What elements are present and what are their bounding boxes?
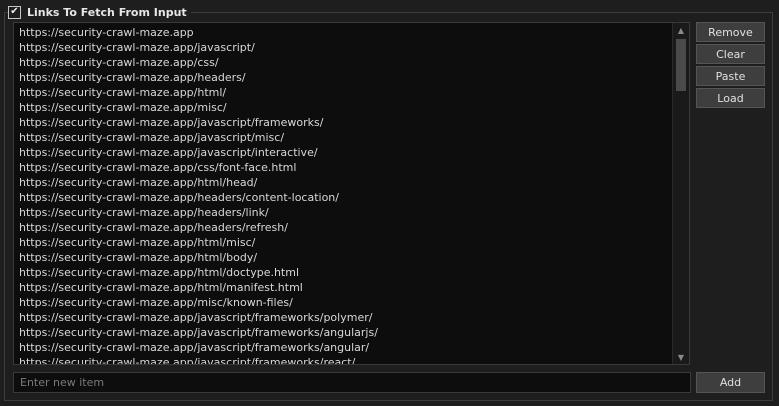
clear-button[interactable]: Clear	[696, 44, 765, 64]
group-title: Links To Fetch From Input	[27, 5, 187, 19]
group-header: ✔ Links To Fetch From Input	[8, 4, 191, 20]
scroll-down-arrow-icon[interactable]: ▼	[673, 350, 689, 364]
list-item[interactable]: https://security-crawl-maze.app/html/doc…	[19, 265, 669, 280]
list-item[interactable]: https://security-crawl-maze.app/headers/	[19, 70, 669, 85]
list-item[interactable]: https://security-crawl-maze.app/html/hea…	[19, 175, 669, 190]
add-button[interactable]: Add	[696, 372, 765, 393]
list-scrollbar[interactable]: ▲ ▼	[672, 23, 689, 364]
remove-button[interactable]: Remove	[696, 22, 765, 42]
new-item-input[interactable]	[13, 372, 691, 393]
list-item[interactable]: https://security-crawl-maze.app/html/man…	[19, 280, 669, 295]
list-item[interactable]: https://security-crawl-maze.app	[19, 25, 669, 40]
paste-button[interactable]: Paste	[696, 66, 765, 86]
list-item[interactable]: https://security-crawl-maze.app/javascri…	[19, 40, 669, 55]
list-item[interactable]: https://security-crawl-maze.app/headers/…	[19, 205, 669, 220]
list-item[interactable]: https://security-crawl-maze.app/javascri…	[19, 115, 669, 130]
list-item[interactable]: https://security-crawl-maze.app/html/mis…	[19, 235, 669, 250]
list-item[interactable]: https://security-crawl-maze.app/headers/…	[19, 190, 669, 205]
load-button[interactable]: Load	[696, 88, 765, 108]
list-item[interactable]: https://security-crawl-maze.app/headers/…	[19, 220, 669, 235]
list-item[interactable]: https://security-crawl-maze.app/javascri…	[19, 145, 669, 160]
links-list-items: https://security-crawl-maze.app https://s…	[19, 25, 669, 364]
list-item[interactable]: https://security-crawl-maze.app/html/bod…	[19, 250, 669, 265]
list-item[interactable]: https://security-crawl-maze.app/html/	[19, 85, 669, 100]
list-item[interactable]: https://security-crawl-maze.app/javascri…	[19, 340, 669, 355]
list-item[interactable]: https://security-crawl-maze.app/javascri…	[19, 130, 669, 145]
scroll-up-arrow-icon[interactable]: ▲	[673, 23, 689, 37]
list-item[interactable]: https://security-crawl-maze.app/javascri…	[19, 325, 669, 340]
list-item[interactable]: https://security-crawl-maze.app/css/font…	[19, 160, 669, 175]
list-item[interactable]: https://security-crawl-maze.app/javascri…	[19, 310, 669, 325]
scrollbar-thumb[interactable]	[676, 39, 686, 91]
links-fetch-checkbox[interactable]: ✔	[8, 5, 21, 19]
list-item[interactable]: https://security-crawl-maze.app/css/	[19, 55, 669, 70]
links-list[interactable]: https://security-crawl-maze.app https://s…	[13, 22, 690, 365]
list-item[interactable]: https://security-crawl-maze.app/misc/	[19, 100, 669, 115]
list-item[interactable]: https://security-crawl-maze.app/javascri…	[19, 355, 669, 364]
list-item[interactable]: https://security-crawl-maze.app/misc/kno…	[19, 295, 669, 310]
